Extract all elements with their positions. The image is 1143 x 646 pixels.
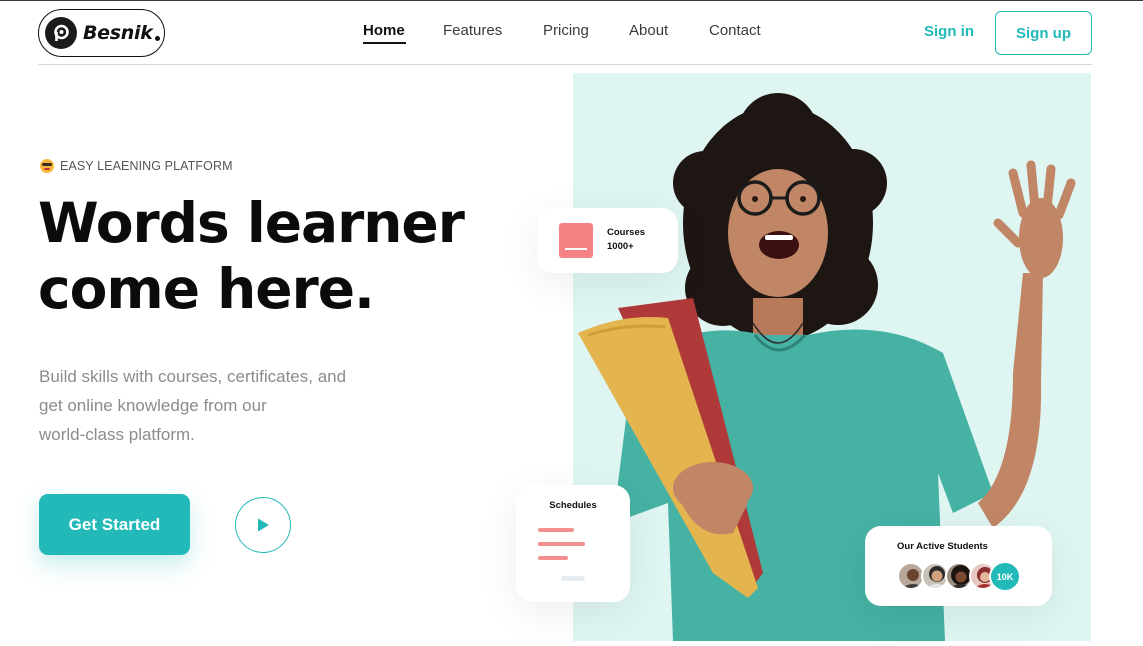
courses-count: 1000+ bbox=[607, 241, 634, 252]
schedules-card[interactable]: Schedules bbox=[516, 485, 630, 602]
window-top-border bbox=[0, 0, 1143, 1]
play-video-button[interactable] bbox=[235, 497, 291, 553]
nav-features[interactable]: Features bbox=[443, 22, 502, 39]
eyebrow-text: EASY LEAENING PLATFORM bbox=[60, 159, 233, 173]
students-title: Our Active Students bbox=[897, 541, 988, 552]
schedule-placeholder bbox=[561, 576, 585, 581]
get-started-button[interactable]: Get Started bbox=[39, 494, 190, 555]
p-circle-icon bbox=[45, 17, 77, 49]
brand-name: Besnik bbox=[83, 22, 153, 44]
active-students-card[interactable]: Our Active Students 10K bbox=[865, 526, 1052, 606]
sign-up-button[interactable]: Sign up bbox=[995, 11, 1092, 55]
schedules-title: Schedules bbox=[549, 500, 597, 511]
hero-eyebrow: EASY LEAENING PLATFORM bbox=[40, 159, 233, 173]
nav-about[interactable]: About bbox=[629, 22, 668, 39]
headline-line-1: Words learner bbox=[38, 191, 465, 255]
nav-contact[interactable]: Contact bbox=[709, 22, 761, 39]
play-icon bbox=[258, 518, 269, 532]
schedule-line bbox=[538, 556, 568, 560]
brand-logo[interactable]: Besnik bbox=[38, 9, 165, 57]
nav-pricing[interactable]: Pricing bbox=[543, 22, 589, 39]
schedule-line bbox=[538, 528, 574, 532]
brand-dot bbox=[154, 35, 160, 41]
courses-icon bbox=[559, 223, 593, 258]
headline-line-2: come here. bbox=[38, 257, 375, 321]
students-count-badge: 10K bbox=[989, 561, 1021, 592]
hero-headline: Words learner come here. bbox=[38, 190, 465, 322]
header-divider bbox=[38, 64, 1092, 65]
schedule-line bbox=[538, 542, 585, 546]
courses-title: Courses bbox=[607, 227, 646, 238]
sign-in-link[interactable]: Sign in bbox=[924, 23, 974, 40]
description-line-2: get online knowledge from our bbox=[39, 396, 267, 415]
description-line-1: Build skills with courses, certificates,… bbox=[39, 367, 347, 386]
description-line-3: world-class platform. bbox=[39, 425, 195, 444]
courses-card[interactable]: Courses 1000+ bbox=[537, 208, 678, 273]
hero-description: Build skills with courses, certificates,… bbox=[39, 362, 389, 449]
nav-active-underline bbox=[363, 42, 406, 44]
nav-home[interactable]: Home bbox=[363, 22, 405, 39]
sunglasses-emoji-icon bbox=[40, 159, 54, 173]
